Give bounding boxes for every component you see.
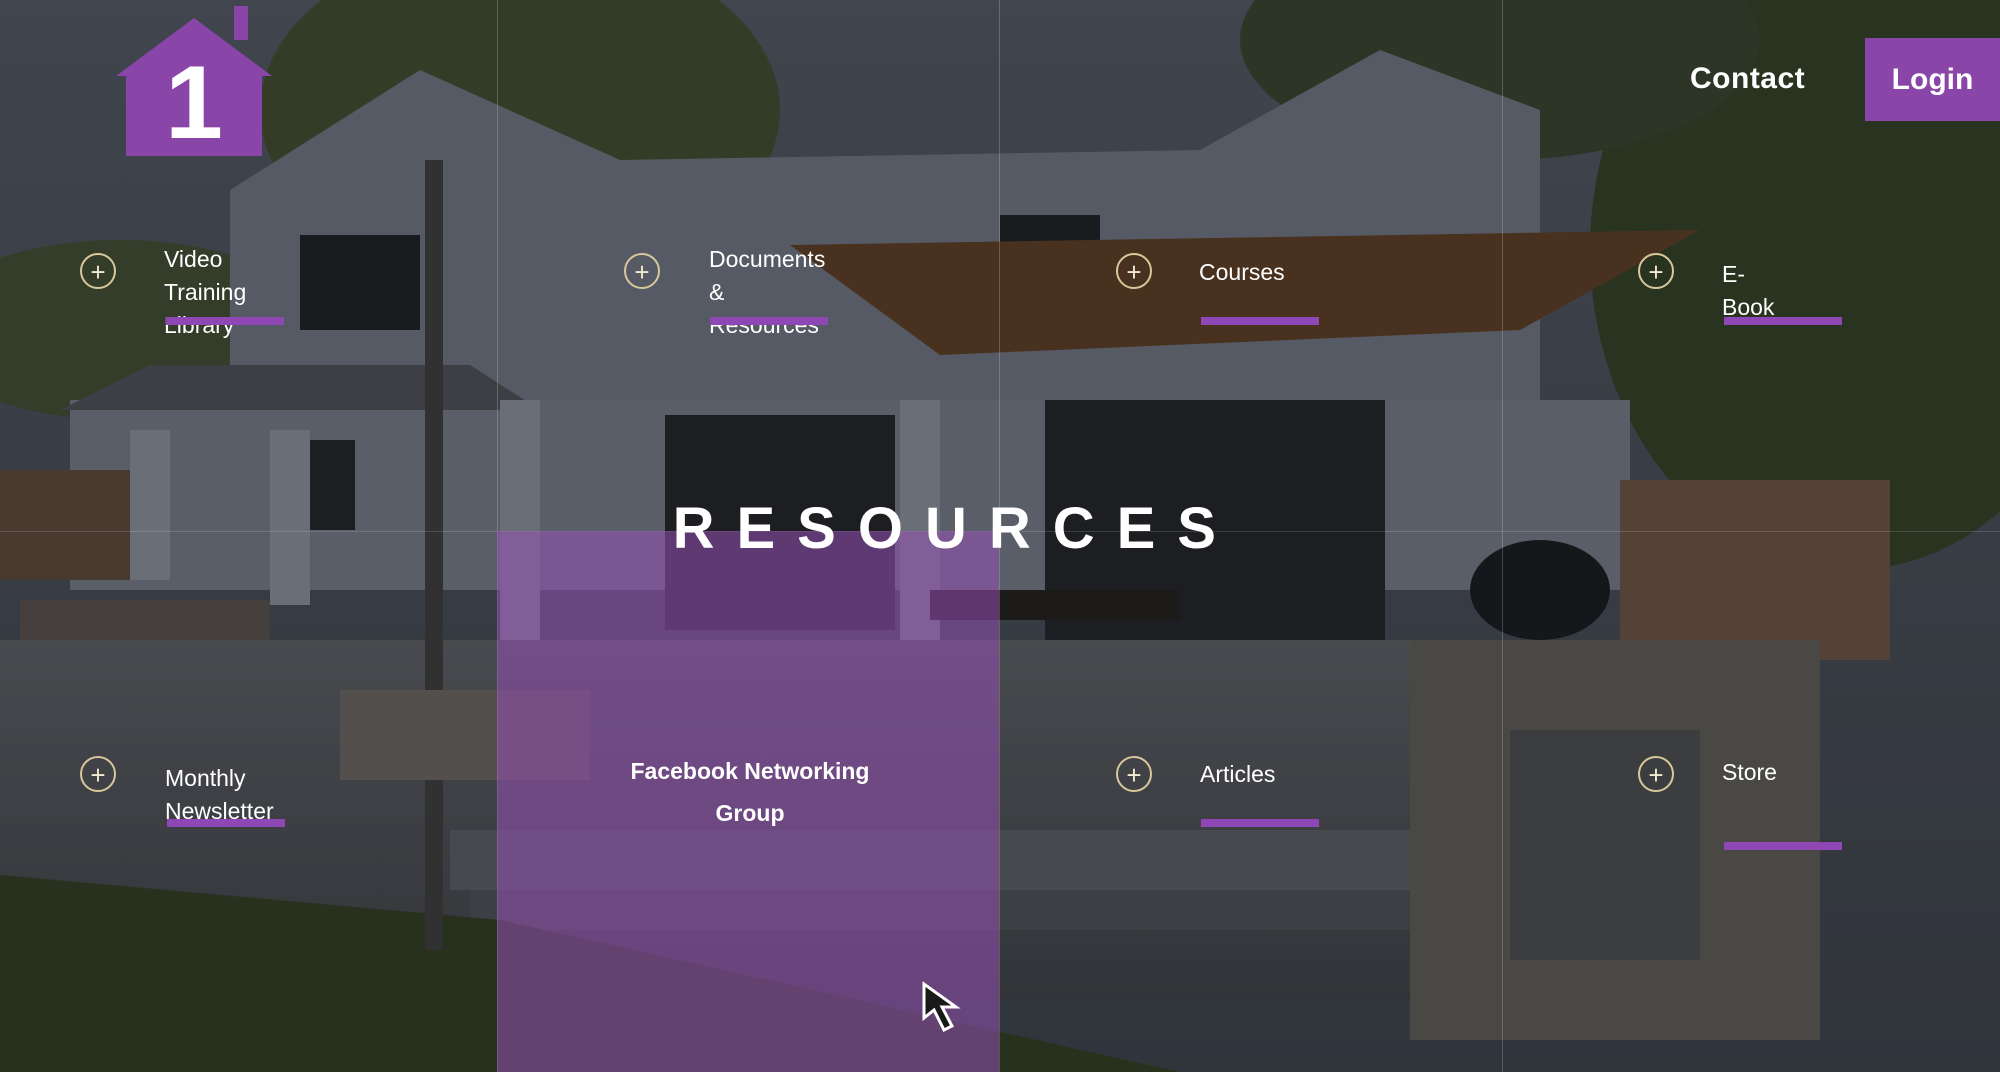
plus-icon[interactable]: + — [1116, 756, 1152, 792]
mouse-pointer-icon — [922, 981, 961, 1033]
resource-label[interactable]: Documents & Resources — [709, 243, 825, 342]
resource-label[interactable]: Store — [1722, 756, 1777, 789]
page: 1 Contact Login RESOURCES + Video Traini… — [0, 0, 2000, 1072]
contact-link[interactable]: Contact — [1690, 62, 1805, 96]
resource-label[interactable]: Facebook Networking Group — [600, 750, 900, 834]
resource-label[interactable]: E-Book — [1722, 258, 1774, 324]
svg-text:1: 1 — [165, 45, 223, 156]
grid-divider — [1502, 0, 1503, 1072]
plus-icon[interactable]: + — [80, 253, 116, 289]
plus-icon[interactable]: + — [624, 253, 660, 289]
label-underline — [1724, 842, 1842, 850]
plus-icon[interactable]: + — [1116, 253, 1152, 289]
house-logo-icon[interactable]: 1 — [116, 6, 272, 156]
plus-icon[interactable]: + — [80, 756, 116, 792]
label-underline — [1201, 317, 1319, 325]
resource-label[interactable]: Articles — [1200, 758, 1275, 791]
label-underline — [710, 317, 828, 325]
plus-icon[interactable]: + — [1638, 253, 1674, 289]
label-underline — [167, 819, 285, 827]
page-title: RESOURCES — [672, 496, 1238, 561]
login-button[interactable]: Login — [1865, 38, 2000, 121]
label-underline — [1201, 819, 1319, 827]
plus-icon[interactable]: + — [1638, 756, 1674, 792]
label-underline — [1724, 317, 1842, 325]
label-underline — [166, 317, 284, 325]
resource-label[interactable]: Courses — [1199, 256, 1285, 289]
resource-label[interactable]: Video Training Library — [164, 243, 246, 342]
